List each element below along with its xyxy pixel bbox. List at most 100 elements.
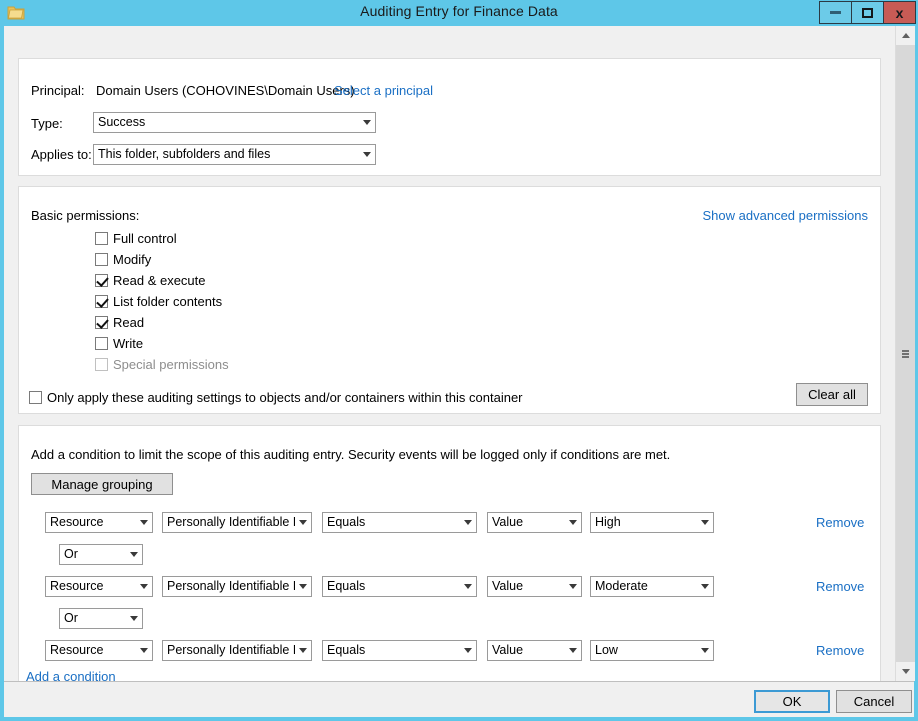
permission-label: Read & execute bbox=[113, 273, 206, 288]
condition-source-select-2[interactable]: Value bbox=[487, 576, 582, 597]
permission-read[interactable]: Read bbox=[95, 315, 144, 330]
condition-operator-select-3[interactable]: Equals bbox=[322, 640, 477, 661]
dialog-client-area: Principal: Domain Users (COHOVINES\Domai… bbox=[4, 26, 915, 717]
condition-operator-value: Equals bbox=[327, 515, 366, 529]
checkbox-icon bbox=[95, 253, 108, 266]
maximize-button[interactable] bbox=[851, 1, 884, 24]
type-select[interactable]: Success bbox=[93, 112, 376, 133]
close-icon: x bbox=[895, 4, 904, 21]
condition-attribute-select-2[interactable]: Personally Identifiable Ir bbox=[162, 576, 312, 597]
remove-condition-link-1[interactable]: Remove bbox=[816, 515, 864, 530]
window-controls: x bbox=[819, 1, 916, 24]
condition-attribute-value: Personally Identifiable Ir bbox=[167, 515, 295, 529]
applies-to-label: Applies to: bbox=[31, 147, 92, 162]
close-button[interactable]: x bbox=[883, 1, 916, 24]
permission-label: List folder contents bbox=[113, 294, 223, 309]
chevron-down-icon bbox=[697, 648, 713, 653]
condition-join-select-1[interactable]: Or bbox=[59, 544, 143, 565]
type-select-value: Success bbox=[98, 115, 146, 129]
ok-label: OK bbox=[782, 694, 802, 709]
condition-source-value: Value bbox=[492, 515, 524, 529]
scrollbar-grip-icon bbox=[902, 349, 909, 358]
chevron-down-icon bbox=[136, 648, 152, 653]
chevron-down-icon bbox=[460, 584, 476, 589]
cancel-label: Cancel bbox=[853, 694, 895, 709]
checkbox-icon bbox=[29, 391, 42, 404]
condition-source-value: Value bbox=[492, 643, 524, 657]
chevron-down-icon bbox=[295, 584, 311, 589]
condition-operator-value: Equals bbox=[327, 579, 366, 593]
applies-to-select-value: This folder, subfolders and files bbox=[98, 147, 271, 161]
chevron-down-icon bbox=[359, 152, 375, 157]
minimize-icon bbox=[830, 11, 841, 14]
checkbox-icon bbox=[95, 232, 108, 245]
type-label: Type: bbox=[31, 116, 63, 131]
condition-value-value: Low bbox=[595, 643, 618, 657]
chevron-down-icon bbox=[136, 584, 152, 589]
only-apply-checkbox[interactable]: Only apply these auditing settings to ob… bbox=[29, 390, 523, 405]
permission-label: Special permissions bbox=[113, 357, 229, 372]
scrollbar-track[interactable] bbox=[896, 45, 915, 662]
basic-permissions-heading: Basic permissions: bbox=[31, 208, 140, 223]
chevron-down-icon bbox=[460, 648, 476, 653]
condition-operator-select-2[interactable]: Equals bbox=[322, 576, 477, 597]
scroll-up-button[interactable] bbox=[896, 26, 915, 45]
vertical-scrollbar[interactable] bbox=[895, 26, 915, 681]
condition-join-select-2[interactable]: Or bbox=[59, 608, 143, 629]
remove-condition-link-3[interactable]: Remove bbox=[816, 643, 864, 658]
permission-write[interactable]: Write bbox=[95, 336, 143, 351]
chevron-down-icon bbox=[565, 648, 581, 653]
condition-entity-select-1[interactable]: Resource bbox=[45, 512, 153, 533]
chevron-up-icon bbox=[901, 33, 910, 38]
permission-modify[interactable]: Modify bbox=[95, 252, 151, 267]
permissions-group: Basic permissions: Show advanced permiss… bbox=[18, 186, 881, 414]
checkbox-icon bbox=[95, 337, 108, 350]
condition-join-value: Or bbox=[64, 547, 78, 561]
remove-condition-link-2[interactable]: Remove bbox=[816, 579, 864, 594]
permission-read-execute[interactable]: Read & execute bbox=[95, 273, 206, 288]
chevron-down-icon bbox=[126, 552, 142, 557]
manage-grouping-button[interactable]: Manage grouping bbox=[31, 473, 173, 495]
checkbox-checked-icon bbox=[95, 316, 108, 329]
auditing-entry-dialog: Auditing Entry for Finance Data x Princi… bbox=[0, 0, 918, 721]
permission-list-folder-contents[interactable]: List folder contents bbox=[95, 294, 222, 309]
principal-label: Principal: bbox=[31, 83, 85, 98]
condition-value-select-3[interactable]: Low bbox=[590, 640, 714, 661]
chevron-down-icon bbox=[901, 669, 910, 674]
condition-value-select-2[interactable]: Moderate bbox=[590, 576, 714, 597]
principal-group: Principal: Domain Users (COHOVINES\Domai… bbox=[18, 58, 881, 176]
chevron-down-icon bbox=[565, 584, 581, 589]
condition-source-select-3[interactable]: Value bbox=[487, 640, 582, 661]
ok-button[interactable]: OK bbox=[754, 690, 830, 713]
condition-attribute-value: Personally Identifiable Ir bbox=[167, 643, 295, 657]
condition-entity-select-2[interactable]: Resource bbox=[45, 576, 153, 597]
chevron-down-icon bbox=[697, 520, 713, 525]
manage-grouping-label: Manage grouping bbox=[51, 476, 153, 492]
chevron-down-icon bbox=[295, 648, 311, 653]
applies-to-select[interactable]: This folder, subfolders and files bbox=[93, 144, 376, 165]
conditions-group: Add a condition to limit the scope of th… bbox=[18, 425, 881, 681]
scroll-down-button[interactable] bbox=[896, 662, 915, 681]
permission-full-control[interactable]: Full control bbox=[95, 231, 177, 246]
select-a-principal-link[interactable]: Select a principal bbox=[334, 83, 433, 98]
scrollbar-thumb[interactable] bbox=[896, 45, 915, 662]
condition-join-value: Or bbox=[64, 611, 78, 625]
permission-label: Read bbox=[113, 315, 145, 330]
window-title: Auditing Entry for Finance Data bbox=[360, 3, 558, 19]
show-advanced-permissions-link[interactable]: Show advanced permissions bbox=[703, 208, 868, 223]
condition-operator-select-1[interactable]: Equals bbox=[322, 512, 477, 533]
condition-source-select-1[interactable]: Value bbox=[487, 512, 582, 533]
cancel-button[interactable]: Cancel bbox=[836, 690, 912, 713]
clear-all-button[interactable]: Clear all bbox=[796, 383, 868, 406]
only-apply-label: Only apply these auditing settings to ob… bbox=[47, 390, 523, 405]
condition-value-select-1[interactable]: High bbox=[590, 512, 714, 533]
condition-value-value: High bbox=[595, 515, 621, 529]
condition-entity-select-3[interactable]: Resource bbox=[45, 640, 153, 661]
add-a-condition-link[interactable]: Add a condition bbox=[26, 669, 116, 681]
condition-value-value: Moderate bbox=[595, 579, 648, 593]
chevron-down-icon bbox=[565, 520, 581, 525]
condition-attribute-select-3[interactable]: Personally Identifiable Ir bbox=[162, 640, 312, 661]
condition-attribute-select-1[interactable]: Personally Identifiable Ir bbox=[162, 512, 312, 533]
minimize-button[interactable] bbox=[819, 1, 852, 24]
scroll-content: Principal: Domain Users (COHOVINES\Domai… bbox=[4, 26, 895, 681]
